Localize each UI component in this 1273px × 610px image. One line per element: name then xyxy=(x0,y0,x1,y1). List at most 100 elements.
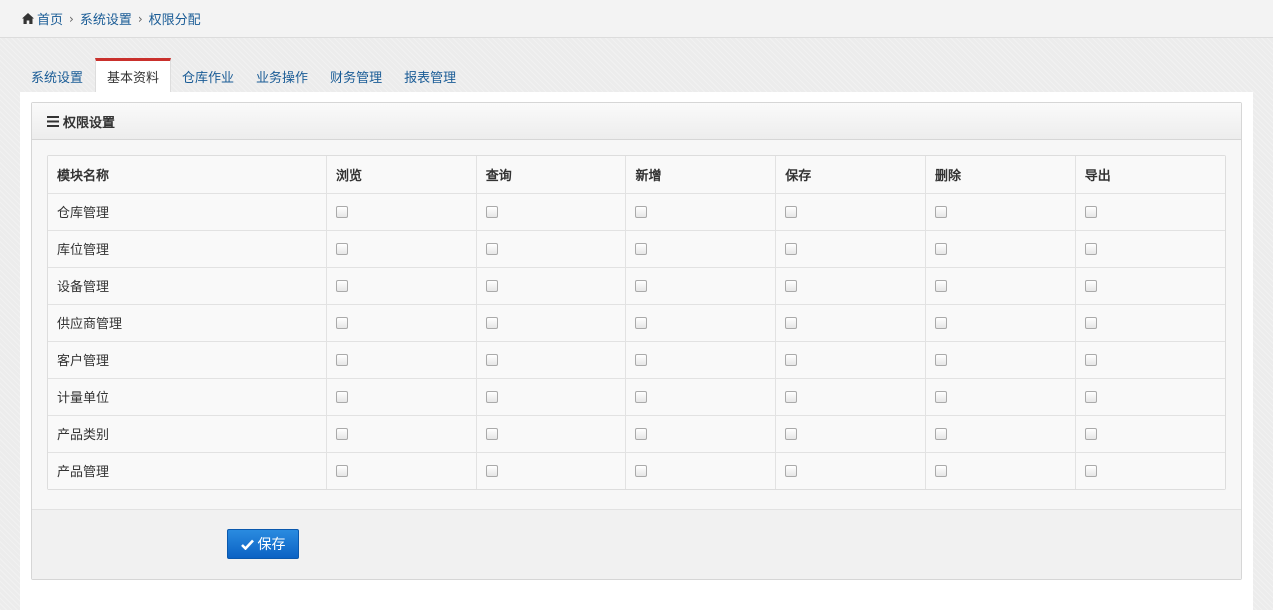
permission-checkbox[interactable] xyxy=(785,464,798,477)
column-header: 导出 xyxy=(1075,156,1225,194)
column-header: 新增 xyxy=(625,156,777,194)
permission-checkbox[interactable] xyxy=(934,353,947,366)
permission-checkbox[interactable] xyxy=(635,427,648,440)
permission-checkbox[interactable] xyxy=(485,353,498,366)
permission-checkbox[interactable] xyxy=(934,242,947,255)
column-header: 模块名称 xyxy=(48,156,327,194)
permission-checkbox[interactable] xyxy=(1084,353,1097,366)
permission-checkbox[interactable] xyxy=(635,279,648,292)
permission-checkbox[interactable] xyxy=(485,464,498,477)
permission-checkbox[interactable] xyxy=(785,353,798,366)
permission-checkbox[interactable] xyxy=(785,390,798,403)
column-header: 浏览 xyxy=(326,156,477,194)
permission-cell xyxy=(326,230,477,268)
save-button-label: 保存 xyxy=(257,537,286,553)
permission-checkbox[interactable] xyxy=(635,390,648,403)
permission-cell xyxy=(476,304,627,342)
permission-cell xyxy=(625,452,777,489)
permission-checkbox[interactable] xyxy=(335,353,348,366)
permission-checkbox[interactable] xyxy=(335,316,348,329)
content-area: 权限设置 模块名称 浏览 查询 新增 保存 删除 导出 仓库管理 库位管理 设备管理 供应商管理客… xyxy=(20,92,1253,610)
check-icon xyxy=(240,539,254,550)
permission-cell xyxy=(625,415,777,453)
permission-checkbox[interactable] xyxy=(934,316,947,329)
column-header: 查询 xyxy=(476,156,627,194)
breadcrumb: 首页 › 系统设置 › 权限分配 xyxy=(0,0,1273,38)
permission-cell xyxy=(775,341,926,379)
permission-checkbox[interactable] xyxy=(635,242,648,255)
permission-checkbox[interactable] xyxy=(785,316,798,329)
permission-cell xyxy=(775,378,926,416)
permission-checkbox[interactable] xyxy=(335,390,348,403)
permission-cell xyxy=(476,193,627,231)
permission-checkbox[interactable] xyxy=(1084,427,1097,440)
bars-icon xyxy=(47,115,59,127)
permission-cell xyxy=(775,452,926,489)
permission-cell xyxy=(326,452,477,489)
breadcrumb-home-link[interactable]: 首页 xyxy=(37,9,63,28)
permission-checkbox[interactable] xyxy=(785,279,798,292)
breadcrumb-permission-link[interactable]: 权限分配 xyxy=(149,9,201,28)
permission-cell xyxy=(1075,415,1225,453)
tab-0[interactable]: 系统设置 xyxy=(20,58,94,92)
table-row: 供应商管理 xyxy=(48,304,1225,342)
permission-checkbox[interactable] xyxy=(485,242,498,255)
permission-checkbox[interactable] xyxy=(934,427,947,440)
permission-checkbox[interactable] xyxy=(635,205,648,218)
permission-checkbox[interactable] xyxy=(785,427,798,440)
tab-5[interactable]: 报表管理 xyxy=(393,58,467,92)
permission-checkbox[interactable] xyxy=(335,427,348,440)
permission-cell xyxy=(775,267,926,305)
permission-checkbox[interactable] xyxy=(1084,316,1097,329)
module-name-cell: 供应商管理 xyxy=(48,304,327,342)
permission-checkbox[interactable] xyxy=(934,464,947,477)
tab-2[interactable]: 仓库作业 xyxy=(171,58,245,92)
tab-4[interactable]: 财务管理 xyxy=(319,58,393,92)
tab-3[interactable]: 业务操作 xyxy=(245,58,319,92)
permission-checkbox[interactable] xyxy=(1084,464,1097,477)
chevron-right-icon: › xyxy=(137,11,143,26)
permission-checkbox[interactable] xyxy=(635,316,648,329)
permission-checkbox[interactable] xyxy=(485,205,498,218)
permission-checkbox[interactable] xyxy=(335,205,348,218)
breadcrumb-system-settings-link[interactable]: 系统设置 xyxy=(80,9,132,28)
permission-cell xyxy=(326,304,477,342)
table-row: 计量单位 xyxy=(48,378,1225,416)
permission-checkbox[interactable] xyxy=(485,427,498,440)
permission-checkbox[interactable] xyxy=(335,279,348,292)
permission-checkbox[interactable] xyxy=(934,279,947,292)
permission-cell xyxy=(925,341,1076,379)
permission-cell xyxy=(625,230,777,268)
permission-checkbox[interactable] xyxy=(1084,390,1097,403)
permission-checkbox[interactable] xyxy=(1084,279,1097,292)
permission-checkbox[interactable] xyxy=(485,390,498,403)
permission-cell xyxy=(625,378,777,416)
permission-cell xyxy=(1075,452,1225,489)
tab-1[interactable]: 基本资料 xyxy=(95,58,172,92)
permission-table: 模块名称 浏览 查询 新增 保存 删除 导出 仓库管理 库位管理 设备管理 供应商管理 客户管理 计量… xyxy=(48,156,1225,489)
permission-checkbox[interactable] xyxy=(1084,205,1097,218)
module-name-cell: 产品类别 xyxy=(48,415,327,453)
permission-checkbox[interactable] xyxy=(635,353,648,366)
permission-checkbox[interactable] xyxy=(335,242,348,255)
permission-cell xyxy=(476,267,627,305)
save-button[interactable]: 保存 xyxy=(227,529,299,559)
permission-checkbox[interactable] xyxy=(335,464,348,477)
permission-cell xyxy=(925,193,1076,231)
form-actions: 保存 xyxy=(32,509,1241,579)
permission-checkbox[interactable] xyxy=(485,279,498,292)
permission-cell xyxy=(476,378,627,416)
permission-checkbox[interactable] xyxy=(1084,242,1097,255)
permission-checkbox[interactable] xyxy=(785,205,798,218)
module-name-cell: 仓库管理 xyxy=(48,193,327,231)
permission-cell xyxy=(1075,267,1225,305)
permission-cell xyxy=(1075,230,1225,268)
permission-checkbox[interactable] xyxy=(934,390,947,403)
module-name-cell: 设备管理 xyxy=(48,267,327,305)
permission-checkbox[interactable] xyxy=(934,205,947,218)
table-body: 仓库管理 库位管理 设备管理 供应商管理 客户管理 计量单位 产品类别 产品管理 xyxy=(48,193,1225,489)
table-row: 产品类别 xyxy=(48,415,1225,453)
permission-checkbox[interactable] xyxy=(635,464,648,477)
permission-checkbox[interactable] xyxy=(785,242,798,255)
permission-checkbox[interactable] xyxy=(485,316,498,329)
